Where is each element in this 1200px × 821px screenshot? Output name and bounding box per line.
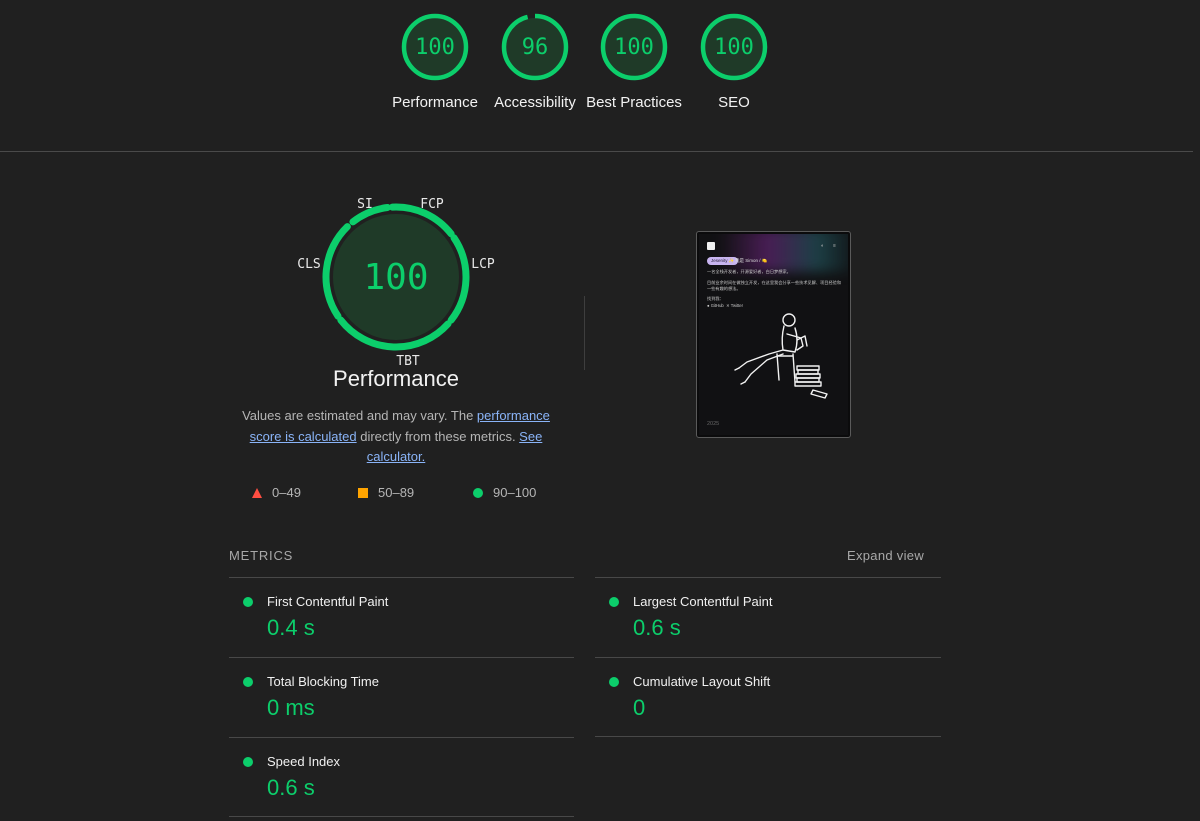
gauge-performance[interactable]: 100 Performance <box>385 13 485 113</box>
thumb-twitter: Twitter <box>730 303 744 308</box>
performance-description: Values are estimated and may vary. The p… <box>236 406 556 468</box>
metric-name: First Contentful Paint <box>267 594 389 609</box>
performance-gauge: 100 SI FCP LCP CLS TBT <box>285 190 507 390</box>
gauge-ring: 96 <box>501 13 569 81</box>
gauge-score: 96 <box>522 35 549 60</box>
metric-name: Speed Index <box>267 754 341 769</box>
segment-label-lcp: LCP <box>471 257 495 272</box>
pass-dot-icon <box>243 597 253 607</box>
metric-si: Speed Index 0.6 s <box>229 738 574 818</box>
row-divider <box>595 736 941 737</box>
reading-person-illustration <box>734 313 828 399</box>
gauge-label: Best Practices <box>586 94 682 111</box>
square-icon <box>358 487 368 498</box>
github-icon: ● <box>707 303 710 308</box>
gauge-ring: 100 <box>600 13 668 81</box>
metric-value: 0.4 s <box>267 615 315 640</box>
gauge-score: 100 <box>714 35 754 60</box>
theme-icon: ◐ <box>821 243 825 249</box>
segment-label-fcp: FCP <box>420 197 444 212</box>
performance-title: Performance <box>333 366 459 391</box>
pass-dot-icon <box>243 757 253 767</box>
gauge-seo[interactable]: 100 SEO <box>684 13 784 113</box>
performance-gauge-ring: 100 SI FCP LCP CLS TBT <box>297 197 495 369</box>
metric-fcp: First Contentful Paint 0.4 s <box>229 578 574 658</box>
performance-score: 100 <box>363 257 428 298</box>
gradient-glow <box>719 234 848 272</box>
legend-label: 50–89 <box>378 485 415 500</box>
metric-value: 0 ms <box>267 695 315 720</box>
thumb-social: ● GitHub ✕ Twitter <box>707 303 842 309</box>
metric-name: Cumulative Layout Shift <box>633 674 771 689</box>
gauge-label: SEO <box>718 94 750 111</box>
legend-pass: 90–100 <box>473 485 536 500</box>
thumb-line3: 找到我： <box>707 296 724 301</box>
circle-icon <box>473 487 483 498</box>
site-logo <box>707 242 715 250</box>
row-divider <box>229 816 574 817</box>
header-divider <box>0 151 1193 152</box>
legend-average: 50–89 <box>358 485 414 500</box>
desc-text: directly from these metrics. <box>356 428 520 444</box>
gauge-score: 100 <box>614 35 654 60</box>
metric-lcp: Largest Contentful Paint 0.6 s <box>595 578 940 658</box>
gauge-accessibility[interactable]: 96 Accessibility <box>485 13 585 113</box>
thumb-line1: 一名全栈开发者，开源爱好者，白日梦想家。 <box>707 269 791 274</box>
vertical-separator <box>584 296 585 370</box>
thumb-github: GitHub <box>710 303 724 308</box>
gauge-ring: 100 <box>401 13 469 81</box>
thumb-footer: 2025 <box>707 421 720 427</box>
metric-name: Largest Contentful Paint <box>633 594 773 609</box>
metric-value: 0 <box>633 695 646 720</box>
desc-text: Values are estimated and may vary. The <box>242 408 477 423</box>
triangle-icon <box>252 487 262 498</box>
legend-fail: 0–49 <box>252 485 301 500</box>
menu-icon: ≡ <box>833 243 836 249</box>
category-gauges: 100 Performance 96 Accessibility 100 Bes… <box>0 0 1200 152</box>
metrics-header: METRICS <box>229 548 294 563</box>
gauge-label: Accessibility <box>494 94 576 111</box>
legend-label: 0–49 <box>272 485 301 500</box>
legend-label: 90–100 <box>493 485 537 500</box>
pass-dot-icon <box>609 677 619 687</box>
metric-value: 0.6 s <box>633 615 681 640</box>
gauge-best-practices[interactable]: 100 Best Practices <box>584 13 684 113</box>
metric-tbt: Total Blocking Time 0 ms <box>229 658 574 738</box>
gauge-score: 100 <box>415 35 455 60</box>
metric-name: Total Blocking Time <box>267 674 379 689</box>
segment-label-cls: CLS <box>297 257 320 272</box>
screenshot-page: ◐ ≡ Jesenity ✨ 我是 Simon / 🍋 一名全栈开发者，开源爱好… <box>699 234 848 435</box>
expand-view-toggle[interactable]: Expand view <box>847 548 924 563</box>
final-screenshot[interactable]: ◐ ≡ Jesenity ✨ 我是 Simon / 🍋 一名全栈开发者，开源爱好… <box>696 231 851 438</box>
pass-dot-icon <box>243 677 253 687</box>
x-icon: ✕ <box>726 303 730 308</box>
segment-label-si: SI <box>357 197 373 212</box>
gauge-ring: 100 <box>700 13 768 81</box>
gauge-label: Performance <box>392 94 478 111</box>
pass-dot-icon <box>609 597 619 607</box>
thumb-badge: Jesenity ✨ <box>707 257 739 265</box>
metric-cls: Cumulative Layout Shift 0 <box>595 658 940 738</box>
thumb-line2: 目前业余时间在做独立开发，在这里我会分享一些技术见解、项目经验和一些有趣的想法。 <box>707 280 842 291</box>
metric-value: 0.6 s <box>267 775 315 800</box>
thumb-name: 我是 Simon / 🍋 <box>735 258 768 263</box>
